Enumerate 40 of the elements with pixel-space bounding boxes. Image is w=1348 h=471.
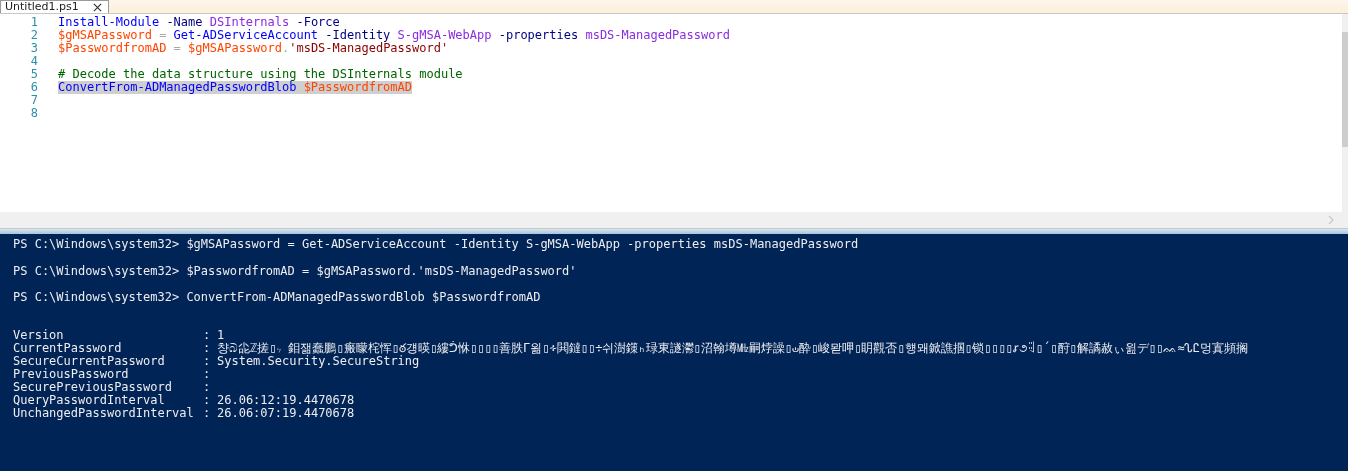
separator-colon: : — [203, 380, 212, 394]
vertical-scrollbar[interactable] — [1342, 14, 1348, 212]
property-name: UnchangedPasswordInterval — [13, 406, 195, 420]
separator-colon: : — [203, 393, 212, 407]
close-icon[interactable] — [92, 2, 102, 12]
code-line: Install-Module -Name DSInternals -Force — [58, 16, 340, 29]
line-number: 1 — [29, 16, 39, 29]
property-name: Version — [13, 328, 65, 342]
separator-colon: : — [203, 367, 212, 381]
console-line: PS C:\Windows\system32> $PasswordfromAD = $gMSAPassword.'msDS-ManagedPassword' — [13, 264, 578, 278]
code-line: # Decode the data structure using the DSInternals module — [58, 68, 463, 81]
property-value: 26.06:12:19.4470678 — [217, 393, 355, 407]
separator-colon: : — [203, 341, 212, 355]
console-line: PS C:\Windows\system32> ConvertFrom-ADManagedPasswordBlob $PasswordfromAD — [13, 291, 542, 304]
console-pane[interactable] — [0, 234, 1348, 471]
separator-colon: : — [203, 406, 212, 420]
line-number: 8 — [29, 107, 39, 120]
property-value: 챵බ㕾ℤ搓▯ㆴ鉬잶蠢鵬▯瘢矇㭦恽▯ఠ걩暎▯縷ᕥ恘▯▯▯▯善胅Γ욂▯∻閧鐽▯▯÷쉬澍鏼ₕ琭東譢灪▯沼翰墫㎒嗣㶿譟▯ഄ酔▯峻뫋呷▯眀觀否▯헁뫠鍁譙掴▯锁▯▯▯▯ꭉ૭ꂥ▯´▯酧▯解譎赦ぃ윒デ▯▯ᨐ≈ᔐᏝ멍寘頻搁 — [217, 341, 1249, 355]
property-value: 26.06:07:19.4470678 — [217, 406, 355, 420]
property-name: CurrentPassword — [13, 341, 123, 355]
console-line: PS C:\Windows\system32> $gMSAPassword = Get-ADServiceAccount -Identity S-gMSA-WebApp -properties msDS-ManagedPassword — [13, 238, 860, 251]
script-tab[interactable]: Untitled1.ps1 — [0, 0, 109, 13]
line-number: 6 — [29, 81, 39, 94]
property-value: 1 — [217, 328, 225, 342]
property-value: System.Security.SecureString — [217, 354, 420, 368]
scroll-right-icon[interactable] — [1328, 215, 1334, 225]
property-name: SecureCurrentPassword — [13, 354, 166, 368]
property-name: SecurePreviousPassword — [13, 380, 173, 394]
line-number: 2 — [29, 29, 39, 42]
horizontal-scrollbar[interactable] — [0, 212, 1348, 228]
code-line: $gMSAPassword = Get-ADServiceAccount -Identity S-gMSA-WebApp -properties msDS-ManagedPassword — [58, 29, 730, 42]
separator-colon: : — [203, 354, 212, 368]
line-number: 7 — [29, 94, 39, 107]
line-number: 5 — [29, 68, 39, 81]
property-name: PreviousPassword — [13, 367, 130, 381]
line-number: 3 — [29, 42, 39, 55]
code-line: $PasswordfromAD = $gMSAPassword.'msDS-ManagedPassword' — [58, 42, 449, 55]
separator-colon: : — [203, 328, 212, 342]
property-name: QueryPasswordInterval — [13, 393, 165, 407]
line-number: 4 — [29, 55, 39, 68]
